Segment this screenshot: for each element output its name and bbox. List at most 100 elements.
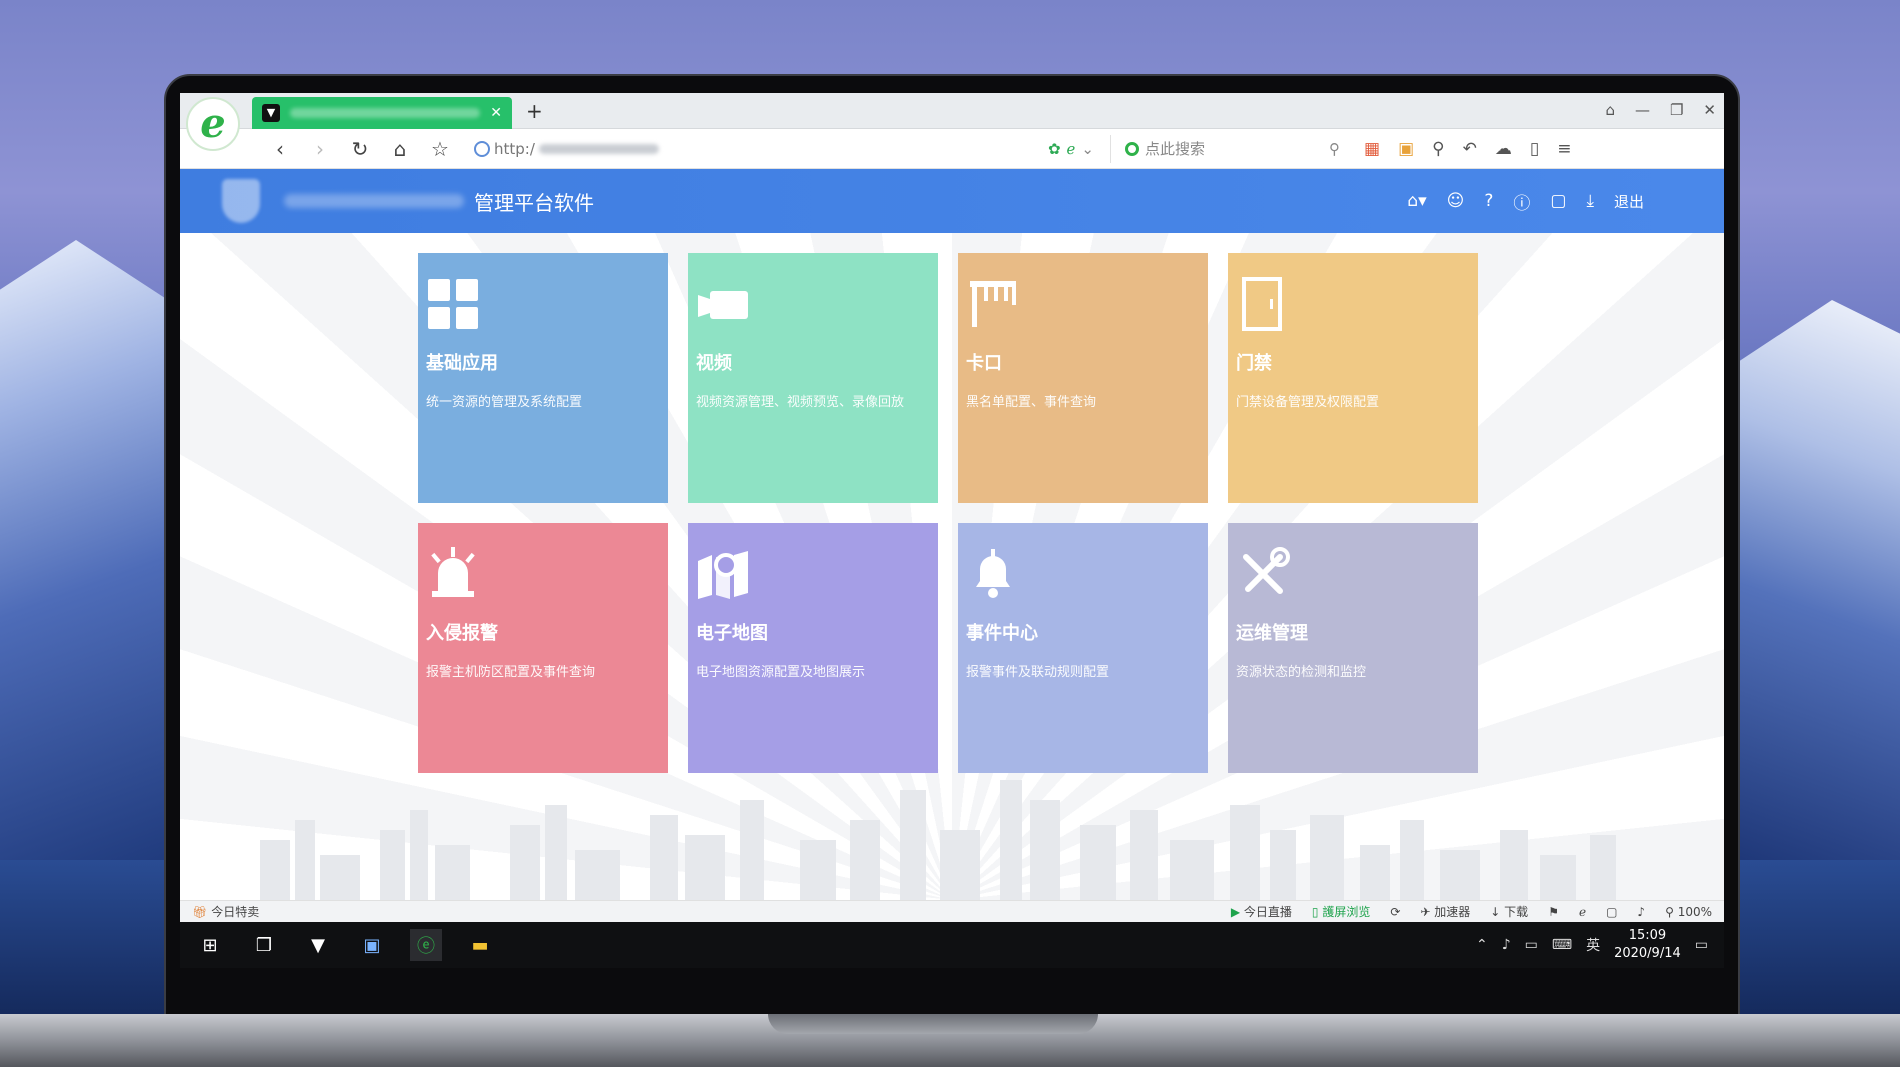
browser-tab-bar: ▼ ✕ + ⌂ — ❐ ✕	[180, 93, 1724, 129]
screenshot-icon[interactable]: ▣	[1398, 139, 1414, 159]
tile-desc: 电子地图资源配置及地图展示	[696, 665, 866, 680]
network-icon[interactable]: ▭	[1525, 937, 1538, 953]
tile-basic-apps[interactable]: 基础应用 统一资源的管理及系统配置	[418, 253, 668, 503]
eye-care-link[interactable]: ▯ 護屏浏览	[1312, 903, 1370, 920]
browser-tab-active[interactable]: ▼ ✕	[252, 97, 512, 129]
tile-desc: 报警事件及联动规则配置	[966, 665, 1110, 680]
ime-indicator[interactable]: 英	[1586, 935, 1600, 955]
ie-icon[interactable]: ⟳	[1390, 905, 1400, 919]
flag-icon[interactable]: ⚑	[1548, 905, 1559, 919]
city-skyline-illustration	[260, 780, 1616, 900]
menu-icon[interactable]: ≡	[1557, 139, 1571, 159]
info-icon[interactable]: ⓘ	[1513, 189, 1530, 214]
security-shield-icon[interactable]: ✿	[1048, 140, 1061, 158]
download-icon[interactable]: ⤓	[1586, 191, 1594, 211]
grid-icon	[428, 279, 478, 329]
bell-icon	[976, 549, 1010, 598]
live-label: 今日直播	[1243, 905, 1292, 919]
eye-care-label: 護屏浏览	[1322, 905, 1371, 919]
minimize-icon[interactable]: —	[1635, 101, 1650, 119]
search-placeholder: 点此搜索	[1145, 140, 1206, 158]
mobile-icon[interactable]: ▯	[1530, 139, 1539, 159]
live-link[interactable]: ▶ 今日直播	[1231, 903, 1292, 920]
taskbar-apps: ⊞ ❐ ▼ ▣ ⓔ ▬	[194, 929, 496, 961]
clock[interactable]: 15:09 2020/9/14	[1614, 927, 1681, 963]
status-left[interactable]: 🎁︎ 今日特卖	[192, 903, 259, 920]
new-tab-button[interactable]: +	[526, 99, 543, 123]
window-close-icon[interactable]: ✕	[1703, 101, 1716, 119]
skin-icon[interactable]: ⌂	[1605, 101, 1615, 119]
tile-name: 门禁	[1236, 353, 1272, 374]
cloud-icon[interactable]: ☁	[1495, 139, 1512, 159]
daily-deals-link[interactable]: 今日特卖	[211, 903, 259, 920]
search-engine-icon	[1125, 141, 1139, 156]
alarm-siren-icon	[431, 547, 475, 597]
download-label: 下载	[1504, 905, 1529, 919]
dropdown-chevron-icon[interactable]: ⌄	[1081, 140, 1094, 158]
tile-desc: 报警主机防区配置及事件查询	[426, 665, 596, 680]
tile-electronic-map[interactable]: 电子地图 电子地图资源配置及地图展示	[688, 523, 938, 773]
speaker-icon[interactable]: ♪	[1637, 905, 1645, 919]
main-content: 基础应用 统一资源的管理及系统配置 视频 视频资源管理、视频预览、录像回放 卡口…	[180, 233, 1724, 900]
book-icon[interactable]: ▢	[1550, 191, 1566, 211]
back-icon[interactable]: ‹	[270, 137, 290, 161]
tray-expand-icon[interactable]: ⌃	[1476, 937, 1488, 953]
ie-mode-icon[interactable]: ℯ	[1067, 140, 1076, 158]
home-icon[interactable]: ⌂	[390, 137, 410, 161]
tab-close-icon[interactable]: ✕	[490, 105, 502, 121]
browser-status-bar: 🎁︎ 今日特卖 ▶ 今日直播 ▯ 護屏浏览 ⟳ ✈ 加速器 ↓ 下载 ⚑ ℯ ▢…	[180, 900, 1724, 922]
reload-icon[interactable]: ↻	[350, 137, 370, 161]
notification-icon[interactable]: ▭	[1695, 937, 1708, 953]
zoom-tool-icon[interactable]: ⚲	[1432, 139, 1444, 159]
logout-button[interactable]: 退出	[1614, 191, 1644, 212]
tile-video[interactable]: 视频 视频资源管理、视频预览、录像回放	[688, 253, 938, 503]
user-icon[interactable]: ☺	[1447, 191, 1465, 211]
search-box[interactable]: 点此搜索 ⚲	[1110, 134, 1340, 163]
accelerator-link[interactable]: ✈ 加速器	[1420, 903, 1470, 920]
windows-taskbar: ⊞ ❐ ▼ ▣ ⓔ ▬ ⌃ ♪ ▭ ⌨ 英 15:09 2020/9/14 ▭	[180, 922, 1724, 968]
window-icon[interactable]: ▢	[1606, 905, 1617, 919]
barrier-gate-icon	[970, 281, 1016, 327]
restore-icon[interactable]: ❐	[1670, 101, 1683, 119]
accelerator-label: 加速器	[1434, 905, 1471, 919]
gift-icon: 🎁︎	[192, 904, 208, 919]
url-field[interactable]: http:/ ✿ ℯ ⌄	[474, 135, 1094, 163]
module-tiles-grid: 基础应用 统一资源的管理及系统配置 视频 视频资源管理、视频预览、录像回放 卡口…	[418, 253, 1478, 773]
address-action-icons: ✿ ℯ ⌄	[1048, 140, 1094, 158]
apps-icon[interactable]: ▦	[1364, 139, 1380, 159]
tile-ops-management[interactable]: 运维管理 资源状态的检测和监控	[1228, 523, 1478, 773]
browser-app-icon[interactable]: ⓔ	[410, 929, 442, 961]
windows-start-icon[interactable]: ⊞	[194, 929, 226, 961]
tile-access-control[interactable]: 门禁 门禁设备管理及权限配置	[1228, 253, 1478, 503]
search-icon[interactable]: ⚲	[1329, 140, 1340, 158]
door-icon	[1242, 277, 1282, 331]
mountain-right	[1730, 300, 1900, 860]
app-title: 管理平台软件	[474, 190, 594, 215]
zoom-level: 100%	[1677, 904, 1712, 919]
forward-icon[interactable]: ›	[310, 137, 330, 161]
favorite-star-icon[interactable]: ☆	[430, 137, 450, 161]
tile-desc: 黑名单配置、事件查询	[966, 395, 1097, 410]
zoom-control[interactable]: ⚲ 100%	[1665, 905, 1712, 919]
help-icon[interactable]: ?	[1484, 191, 1493, 211]
undo-icon[interactable]: ↶	[1463, 139, 1477, 159]
url-text: http:/	[494, 139, 535, 158]
download-link[interactable]: ↓ 下载	[1490, 903, 1528, 920]
security-app-icon[interactable]: ▼	[302, 929, 334, 961]
volume-muted-icon[interactable]: ♪	[1502, 937, 1511, 953]
tile-name: 视频	[696, 353, 732, 374]
file-explorer-icon[interactable]: ▬	[464, 929, 496, 961]
tile-event-center[interactable]: 事件中心 报警事件及联动规则配置	[958, 523, 1208, 773]
window-controls: ⌂ — ❐ ✕	[1605, 101, 1716, 119]
site-favicon-icon: ▼	[262, 104, 280, 122]
edge-icon[interactable]: ℯ	[1579, 905, 1586, 919]
tile-name: 运维管理	[1236, 623, 1308, 644]
tile-checkpoint[interactable]: 卡口 黑名单配置、事件查询	[958, 253, 1208, 503]
laptop-screen: ▼ ✕ + ⌂ — ❐ ✕ e ‹ › ↻ ⌂ ☆ http:/ ✿ ℯ ⌄ 点…	[180, 93, 1724, 922]
tile-desc: 资源状态的检测和监控	[1236, 665, 1367, 680]
control-panel-icon[interactable]: ▣	[356, 929, 388, 961]
task-view-icon[interactable]: ❐	[248, 929, 280, 961]
keyboard-icon[interactable]: ⌨	[1552, 937, 1572, 953]
home-menu-icon[interactable]: ⌂▾	[1407, 191, 1426, 211]
tile-intrusion-alarm[interactable]: 入侵报警 报警主机防区配置及事件查询	[418, 523, 668, 773]
